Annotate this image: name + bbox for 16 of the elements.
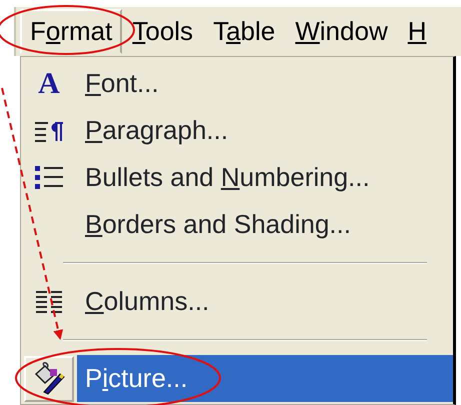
menu-bar-item[interactable]: Format	[20, 8, 122, 54]
menu-item[interactable]: Columns...	[77, 278, 453, 325]
bullet-list-icon	[34, 164, 64, 190]
menu-bar-item[interactable]: H	[398, 8, 436, 54]
menu-bar-item[interactable]: Table	[203, 8, 286, 54]
columns-icon	[35, 290, 63, 314]
font-icon: A	[38, 68, 60, 98]
menu-item[interactable]: Picture...	[77, 355, 453, 402]
menu-item[interactable]: Paragraph...	[77, 107, 453, 154]
paint-bucket-brush-icon	[32, 362, 66, 396]
menu-item[interactable]: Font...	[77, 60, 453, 107]
paragraph-icon	[34, 120, 64, 142]
menu-item[interactable]: Borders and Shading...	[77, 201, 453, 248]
menu-bar-item[interactable]: Tools	[122, 8, 204, 54]
menu-item[interactable]: Bullets and Numbering...	[77, 154, 453, 201]
menu-bar-item[interactable]: Window	[285, 8, 398, 54]
